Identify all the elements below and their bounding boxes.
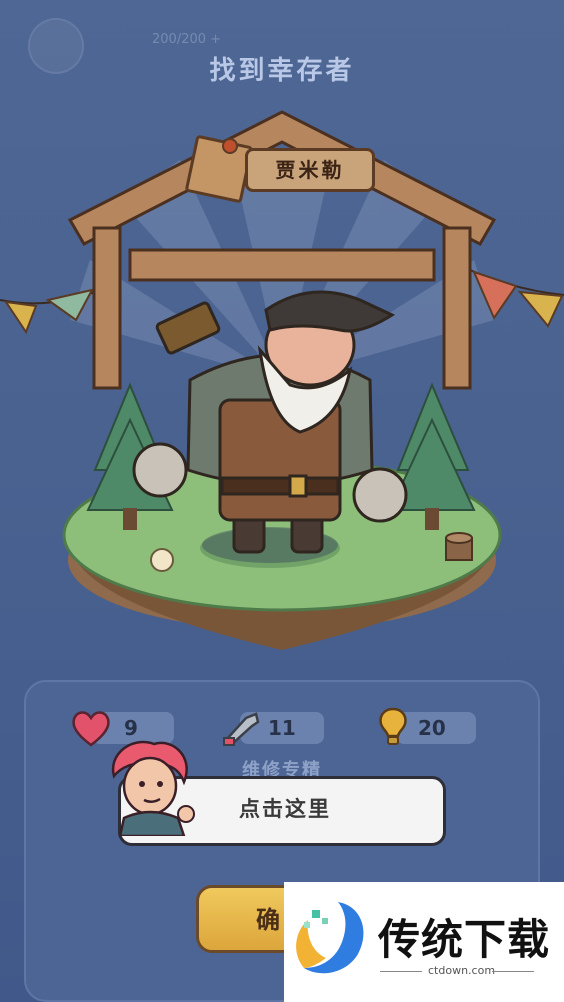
survivor-name: 贾米勒 [245,148,375,192]
top-stats-text: 200/200 + [152,32,222,47]
watermark-divider-left [380,971,422,972]
wrench-icon [223,712,260,746]
guide-character-icon [111,741,195,836]
game-screen: { "header": { "title": "找到幸存者", "faded_s… [0,0,564,1002]
watermark-divider-right [492,971,534,972]
watermark-logo-icon [296,902,364,974]
page-title: 找到幸存者 [209,56,355,86]
pin-icon [222,138,238,154]
watermark-text: 传统下载 [378,915,551,964]
confirm-button-label: 确 [256,906,280,934]
attack-value: 11 [268,716,296,740]
note-paper-icon [184,134,254,204]
watermark-url: ctdown.com [428,964,496,977]
lightbulb-icon [379,707,407,745]
resource-value: 20 [418,716,446,740]
tooltip-text: 点击这里 [239,797,331,821]
